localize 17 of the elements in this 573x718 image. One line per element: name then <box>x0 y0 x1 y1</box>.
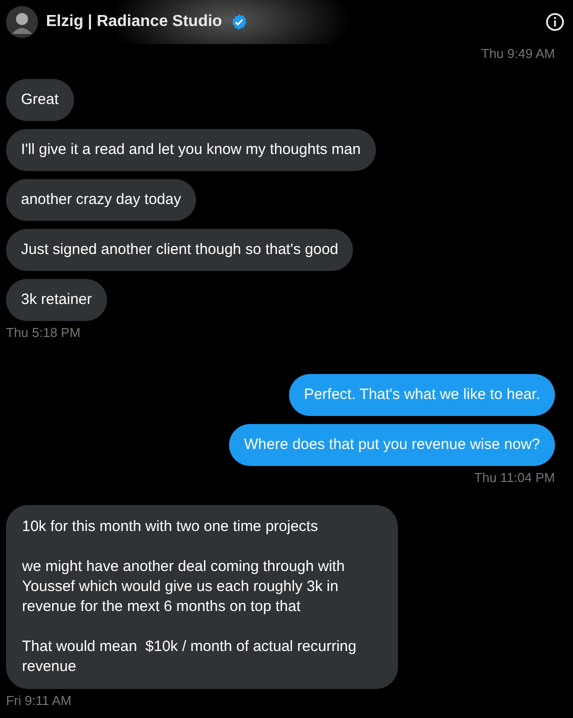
avatar-icon[interactable] <box>6 6 38 38</box>
message-paragraph: 10k for this month with two one time projects <box>22 517 319 537</box>
contact-name: Elzig | Radiance Studio <box>46 13 222 31</box>
message-bubble: 3k retainer <box>6 279 107 321</box>
timestamp: Thu 9:49 AM <box>481 46 555 61</box>
message-paragraph: That would mean $10k / month of actual recurring revenue <box>22 637 358 677</box>
timestamp: Thu 5:18 PM <box>6 325 80 340</box>
message-paragraph: we might have another deal coming through with Youssef which would give us each roughly 3k in revenue for the mext 6 months on top that <box>22 557 346 617</box>
message-bubble: another crazy day today <box>6 179 196 221</box>
info-icon[interactable] <box>545 12 565 32</box>
timestamp: Fri 9:11 AM <box>6 693 72 708</box>
timestamp: Thu 11:04 PM <box>474 470 555 485</box>
message-bubble: Great <box>6 79 74 121</box>
message-bubble: I'll give it a read and let you know my thoughts man <box>6 129 376 171</box>
message-bubble: Just signed another client though so that's good <box>6 229 354 271</box>
message-bubble: Perfect. That's what we like to hear. <box>288 374 555 416</box>
message-bubble: Where does that put you revenue wise now? <box>228 424 555 466</box>
